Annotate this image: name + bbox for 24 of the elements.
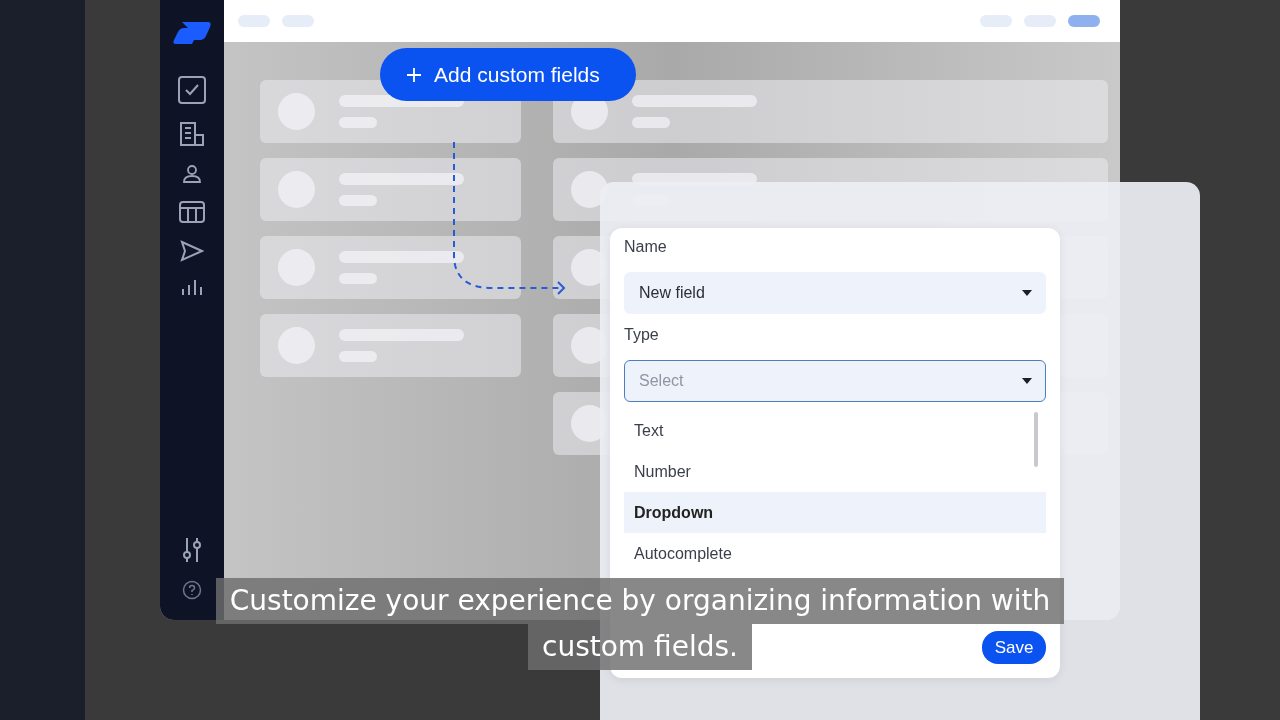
dropdown-option[interactable]: Number (624, 451, 1046, 492)
building-icon[interactable] (179, 121, 205, 147)
dropdown-option[interactable]: Autocomplete (624, 533, 1046, 574)
table-icon[interactable] (179, 201, 205, 223)
scrollbar[interactable] (1034, 412, 1038, 467)
logo-icon (172, 20, 212, 46)
save-button[interactable]: Save (982, 631, 1046, 664)
subtitle-overlay: custom fields. (528, 624, 752, 670)
dropdown-option[interactable]: Dropdown (624, 492, 1046, 533)
subtitle-overlay: Customize your experience by organizing information with (215, 578, 1065, 624)
sliders-icon[interactable] (182, 537, 202, 563)
help-icon[interactable] (182, 580, 202, 600)
bar-chart-icon[interactable] (180, 279, 204, 295)
field-label: Type (624, 326, 660, 345)
send-icon[interactable] (180, 240, 204, 262)
name-field[interactable]: New field (624, 272, 1046, 314)
type-field[interactable]: Select (624, 360, 1046, 402)
person-icon[interactable] (182, 164, 202, 184)
caret-icon (1022, 290, 1032, 296)
add-custom-fields-button[interactable]: Add custom fields (380, 48, 636, 101)
dropdown-option[interactable]: Text (624, 410, 1046, 451)
checkbox-icon[interactable] (178, 76, 206, 104)
plus-icon (406, 66, 422, 83)
field-label: Name (624, 238, 668, 257)
